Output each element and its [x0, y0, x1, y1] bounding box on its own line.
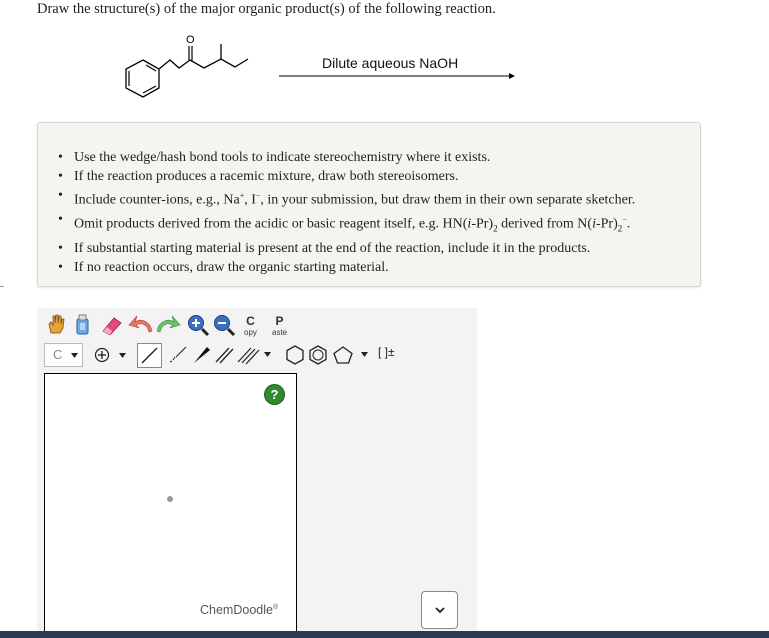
reaction-arrow [279, 73, 515, 79]
help-icon[interactable]: ? [265, 385, 284, 404]
double-bond-icon[interactable] [213, 344, 235, 366]
question-text: Draw the structure(s) of the major organ… [37, 1, 496, 17]
instructions-list: Use the wedge/hash bond tools to indicat… [58, 148, 635, 278]
wedge-bond-icon[interactable] [190, 344, 212, 366]
benzene-icon[interactable] [307, 344, 329, 366]
hash-bond-icon[interactable] [166, 344, 188, 366]
chevron-down-icon [361, 352, 368, 357]
divider [0, 286, 4, 287]
chevron-down-icon [435, 607, 445, 614]
charges-bracket-button[interactable]: [ ]± [378, 345, 395, 359]
instruction-item: Omit products derived from the acidic or… [58, 210, 635, 239]
instruction-item: If substantial starting material is pres… [58, 239, 635, 258]
carbonyl-oxygen-label: O [186, 34, 195, 46]
instructions-box: Use the wedge/hash bond tools to indicat… [37, 122, 701, 287]
eraser-icon[interactable] [99, 312, 125, 336]
zoom-out-icon[interactable] [212, 313, 236, 337]
redo-icon[interactable] [155, 313, 181, 335]
chevron-down-icon [119, 353, 126, 358]
single-bond-icon [141, 347, 158, 364]
zoom-in-icon[interactable] [186, 313, 210, 337]
triple-bond-button[interactable] [236, 344, 274, 366]
cyclohexane-icon[interactable] [284, 344, 306, 366]
charge-button[interactable] [88, 343, 130, 367]
element-button[interactable]: C [44, 343, 83, 367]
bottom-bar [0, 631, 769, 638]
charge-icon [94, 347, 110, 363]
reactant-structure: O [125, 34, 249, 98]
hand-icon[interactable] [46, 313, 66, 335]
instruction-item: If the reaction produces a racemic mixtu… [58, 167, 635, 186]
instruction-item: If no reaction occurs, draw the organic … [58, 258, 635, 277]
chemdoodle-brand: ChemDoodle® [200, 603, 279, 617]
copy-letter: C [246, 314, 255, 328]
drawing-canvas[interactable] [44, 373, 297, 634]
instruction-item: Use the wedge/hash bond tools to indicat… [58, 148, 635, 167]
cyclopentane-icon [333, 346, 353, 364]
erase-icon[interactable] [73, 312, 95, 336]
copy-button[interactable]: C opy [244, 314, 257, 337]
sketcher-select[interactable] [421, 591, 458, 629]
cyclopentane-button[interactable] [331, 344, 371, 366]
paste-label: aste [272, 328, 288, 337]
reagent-label: Dilute aqueous NaOH [322, 55, 459, 71]
single-bond-button[interactable] [137, 343, 162, 368]
paste-letter: P [275, 314, 284, 328]
copy-label: opy [244, 328, 257, 337]
paste-button[interactable]: P aste [272, 314, 287, 337]
element-label: C [53, 347, 63, 362]
canvas-dot [167, 496, 173, 502]
triple-bond-icon [237, 347, 260, 365]
instruction-item: Include counter-ions, e.g., Na+, I−, in … [58, 186, 635, 210]
chevron-down-icon [264, 352, 271, 357]
undo-icon[interactable] [128, 313, 154, 335]
chevron-down-icon [71, 353, 78, 358]
